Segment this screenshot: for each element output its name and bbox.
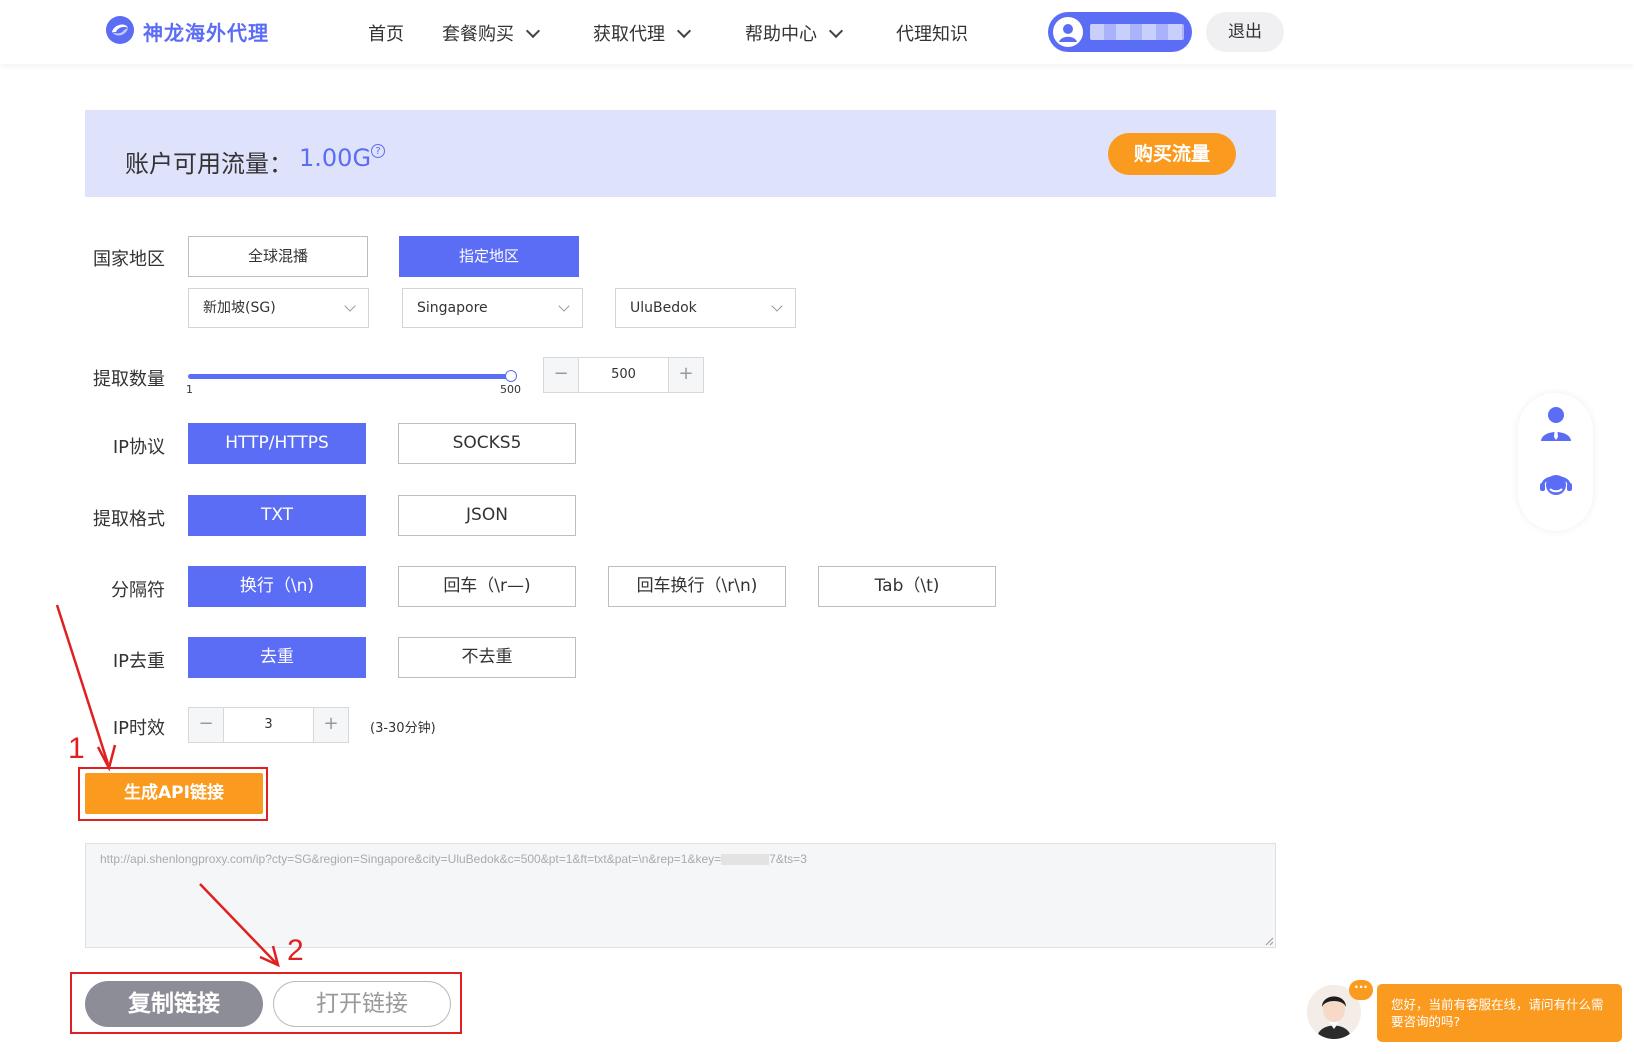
separator-option-tab[interactable]: Tab（\t) <box>818 566 996 607</box>
count-decrement-button[interactable]: − <box>544 358 579 392</box>
nav-get-proxy-label: 获取代理 <box>593 24 665 45</box>
customer-service-icon[interactable] <box>1537 467 1575 505</box>
count-slider-handle[interactable] <box>505 370 517 382</box>
country-select[interactable]: 新加坡(SG) <box>188 288 369 328</box>
nav-home-label: 首页 <box>368 24 404 45</box>
annotation-number-2: 2 <box>287 934 304 967</box>
city-select-value: UluBedok <box>630 300 697 316</box>
chat-typing-icon: ··· <box>1349 980 1373 1000</box>
account-manager-icon[interactable] <box>1538 405 1574 445</box>
ttl-label: IP时效 <box>112 718 165 739</box>
separator-option-crlf[interactable]: 回车换行（\r\n) <box>608 566 786 607</box>
count-input[interactable]: 500 <box>578 358 669 392</box>
protocol-option-http[interactable]: HTTP/HTTPS <box>188 423 366 464</box>
nav-get-proxy[interactable]: 获取代理 <box>593 20 692 46</box>
format-option-txt[interactable]: TXT <box>188 495 366 536</box>
api-link-prefix: http://api.shenlongproxy.com/ip?cty=SG&r… <box>100 852 722 866</box>
logout-button[interactable]: 退出 <box>1206 12 1284 52</box>
dedupe-option-no[interactable]: 不去重 <box>398 637 576 678</box>
masked-key <box>721 854 770 866</box>
user-account-button[interactable] <box>1048 12 1192 52</box>
ttl-hint: (3-30分钟) <box>370 721 436 736</box>
region-option-specific[interactable]: 指定地区 <box>399 236 579 277</box>
format-option-json[interactable]: JSON <box>398 495 576 536</box>
region-option-global[interactable]: 全球混播 <box>188 236 368 277</box>
nav-home[interactable]: 首页 <box>368 20 404 46</box>
protocol-option-socks5[interactable]: SOCKS5 <box>398 423 576 464</box>
protocol-label: IP协议 <box>112 437 165 458</box>
state-select-value: Singapore <box>417 300 488 316</box>
count-stepper[interactable]: − 500 + <box>543 357 704 393</box>
chevron-down-icon <box>558 300 570 312</box>
ttl-stepper[interactable]: − 3 + <box>188 707 349 743</box>
chevron-down-icon <box>828 23 844 39</box>
region-label: 国家地区 <box>93 249 165 270</box>
chevron-down-icon <box>344 300 356 312</box>
city-select[interactable]: UluBedok <box>615 288 796 328</box>
buy-traffic-button[interactable]: 购买流量 <box>1108 133 1236 175</box>
nav-packages[interactable]: 套餐购买 <box>442 20 541 46</box>
masked-username <box>1090 24 1184 40</box>
ttl-input[interactable]: 3 <box>223 708 314 742</box>
nav-proxy-knowledge[interactable]: 代理知识 <box>896 20 968 46</box>
country-select-value: 新加坡(SG) <box>203 300 276 316</box>
chevron-down-icon <box>771 300 783 312</box>
chevron-down-icon <box>676 23 692 39</box>
info-icon[interactable]: ? <box>371 144 385 158</box>
nav-packages-label: 套餐购买 <box>442 24 514 45</box>
count-increment-button[interactable]: + <box>668 358 703 392</box>
resize-handle-icon[interactable] <box>1264 936 1274 946</box>
chevron-down-icon <box>525 23 541 39</box>
annotation-number-1: 1 <box>68 732 85 765</box>
dedupe-label: IP去重 <box>112 651 165 672</box>
separator-option-cr[interactable]: 回车（\r—) <box>398 566 576 607</box>
traffic-value: 1.00G <box>299 144 372 172</box>
traffic-label: 账户可用流量： <box>125 150 293 178</box>
nav-proxy-knowledge-label: 代理知识 <box>896 24 968 45</box>
separator-option-lf[interactable]: 换行（\n) <box>188 566 366 607</box>
copy-link-button[interactable]: 复制链接 <box>85 981 263 1027</box>
open-link-button[interactable]: 打开链接 <box>273 981 451 1027</box>
format-label: 提取格式 <box>93 509 165 530</box>
nav-help-center[interactable]: 帮助中心 <box>745 20 844 46</box>
separator-label: 分隔符 <box>111 580 165 601</box>
logo-text[interactable]: 神龙海外代理 <box>143 17 269 46</box>
nav-help-center-label: 帮助中心 <box>745 24 817 45</box>
user-icon <box>1053 17 1083 47</box>
slider-max-label: 500 <box>500 383 521 396</box>
state-select[interactable]: Singapore <box>402 288 583 328</box>
api-link-textarea[interactable]: http://api.shenlongproxy.com/ip?cty=SG&r… <box>85 843 1276 948</box>
api-link-suffix: 7&ts=3 <box>769 852 807 866</box>
slider-min-label: 1 <box>186 383 193 396</box>
chat-greeting-bubble[interactable]: 您好，当前有客服在线，请问有什么需要咨询的吗? <box>1377 984 1622 1042</box>
dedupe-option-yes[interactable]: 去重 <box>188 637 366 678</box>
generate-api-link-button[interactable]: 生成API链接 <box>85 773 263 814</box>
side-float-panel <box>1518 393 1593 531</box>
ttl-decrement-button[interactable]: − <box>189 708 224 742</box>
logo-icon[interactable] <box>104 14 136 46</box>
count-slider-track[interactable] <box>188 374 510 379</box>
count-label: 提取数量 <box>93 369 165 390</box>
ttl-increment-button[interactable]: + <box>313 708 348 742</box>
